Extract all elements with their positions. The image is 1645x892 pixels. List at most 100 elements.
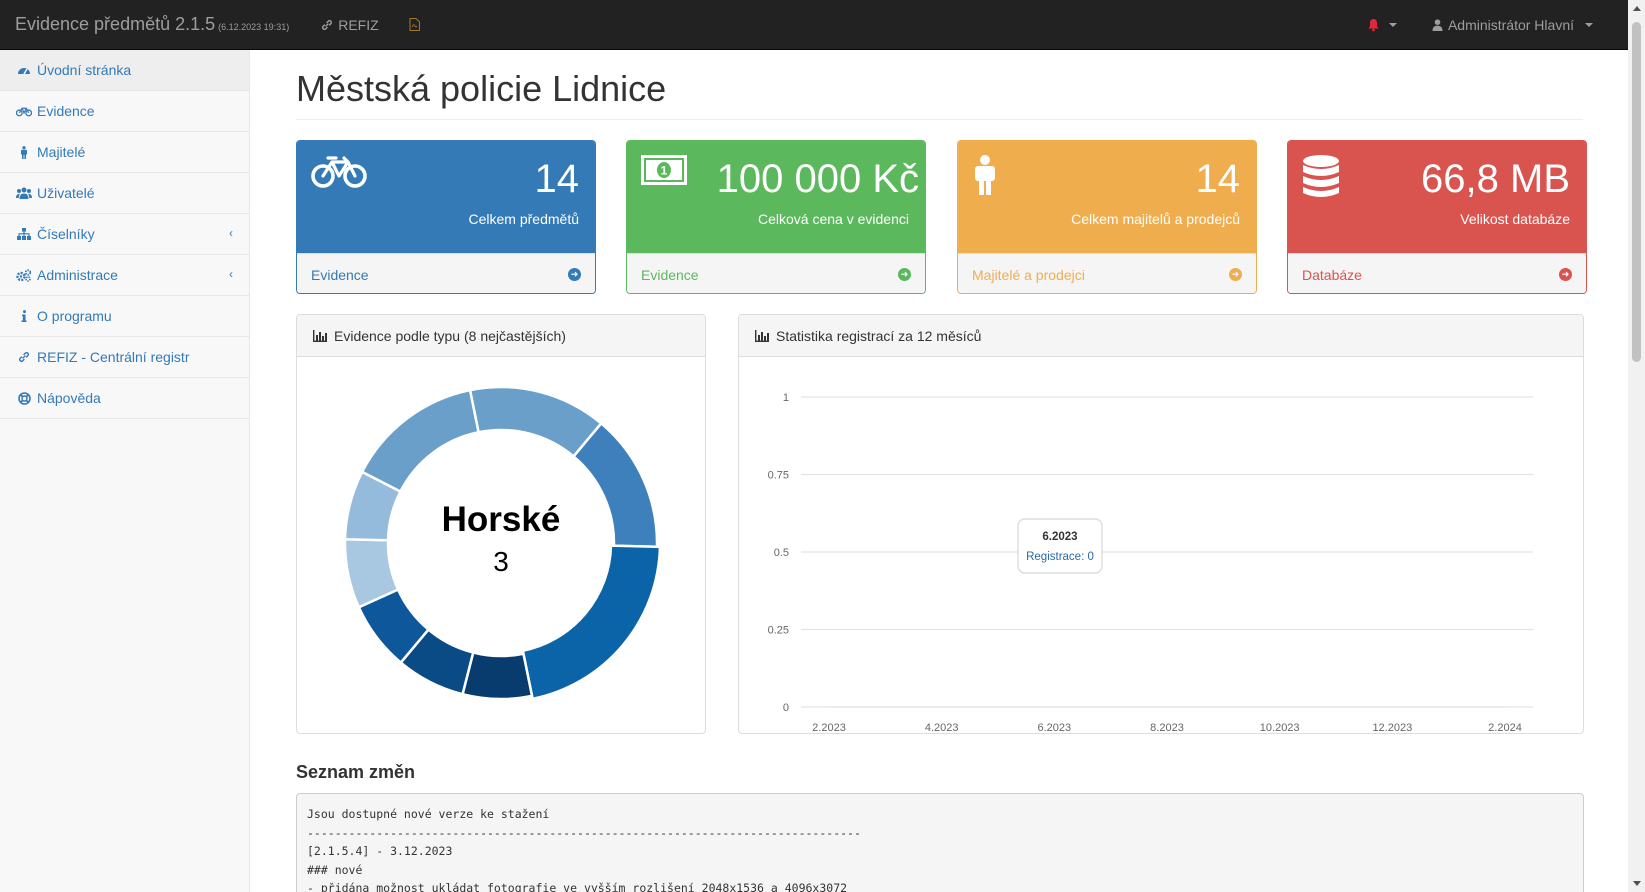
card-link-label: Evidence	[641, 266, 699, 283]
sidebar-item-label: REFIZ - Centrální registr	[37, 349, 190, 365]
page-scrollbar[interactable]	[1628, 0, 1645, 892]
users-icon	[16, 187, 32, 199]
stat-card-value: 1 100 000 Kč Celková cena v evidenci Evi…	[626, 140, 926, 294]
total-owners-label: Celkem majitelů a prodejců	[1071, 211, 1240, 227]
sidebar-item-label: Evidence	[37, 103, 95, 119]
x-tick-label: 4.2023	[925, 722, 959, 734]
x-tick-label: 10.2023	[1260, 722, 1300, 734]
chart-tooltip: 6.2023 Registrace: 0	[1017, 518, 1103, 574]
database-size-value: 66,8 MB	[1421, 157, 1570, 201]
sidebar-item-label: Administrace	[37, 267, 118, 283]
changelog-line: Jsou dostupné nové verze ke stažení	[307, 807, 550, 821]
card-link-label: Databáze	[1302, 266, 1362, 283]
card-link-label: Majitelé a prodejci	[972, 266, 1085, 283]
user-name: Administrátor Hlavní	[1447, 16, 1574, 33]
sidebar-item-about[interactable]: O programu	[0, 296, 249, 337]
changelog-text[interactable]: Jsou dostupné nové verze ke stažení -----…	[296, 793, 1584, 892]
sidebar-item-codelists[interactable]: Číselníky ‹	[0, 214, 249, 255]
link-icon	[322, 19, 333, 30]
sidebar-item-users[interactable]: Uživatelé	[0, 173, 249, 214]
pdf-link[interactable]	[409, 18, 420, 31]
svg-text:1: 1	[661, 164, 668, 178]
cogs-icon	[16, 268, 32, 282]
scroll-down-icon	[1633, 881, 1641, 886]
evidence-by-type-panel: Evidence podle typu (8 nejčastějších) Ho…	[296, 314, 706, 734]
y-tick-label: 0.75	[768, 470, 789, 482]
changelog-line: ### nové	[307, 862, 363, 877]
sidebar-item-help[interactable]: Nápověda	[0, 378, 249, 419]
chevron-left-icon: ‹	[229, 226, 233, 240]
info-icon	[16, 310, 32, 322]
page-title: Městská policie Lidnice	[296, 68, 667, 109]
total-items-label: Celkem předmětů	[468, 211, 580, 227]
total-owners-value: 14	[1195, 157, 1241, 201]
file-pdf-icon	[409, 18, 420, 31]
bar-chart-icon	[313, 329, 327, 342]
owners-card-link[interactable]: Majitelé a prodejci ➜	[958, 253, 1256, 293]
evidence-value-card-link[interactable]: Evidence ➜	[627, 253, 925, 293]
arrow-circle-right-icon: ➜	[1229, 268, 1242, 281]
bicycle-icon	[311, 155, 367, 192]
donut-slice[interactable]	[571, 421, 659, 549]
changelog-line: ----------------------------------------…	[307, 825, 861, 840]
y-tick-label: 1	[783, 392, 789, 404]
y-tick-label: 0	[783, 702, 789, 714]
sitemap-icon	[16, 228, 32, 240]
bicycle-icon	[16, 106, 32, 117]
x-tick-label: 2.2024	[1488, 722, 1522, 734]
donut-slice[interactable]	[521, 544, 662, 701]
x-tick-label: 8.2023	[1150, 722, 1184, 734]
sidebar-item-administration[interactable]: Administrace ‹	[0, 255, 249, 296]
x-tick-label: 6.2023	[1038, 722, 1072, 734]
donut-center-value: 3	[493, 546, 509, 577]
title-divider	[296, 119, 1583, 120]
user-menu-dropdown[interactable]: Administrátor Hlavní	[1432, 17, 1593, 33]
y-tick-label: 0.25	[768, 625, 789, 637]
database-size-label: Velikost databáze	[1460, 211, 1570, 227]
registration-stats-panel: Statistika registrací za 12 měsíců 0 0.25…	[738, 314, 1584, 734]
donut-slice[interactable]	[461, 651, 534, 701]
sidebar-item-home[interactable]: Úvodní stránka	[0, 50, 249, 91]
panel-heading: Evidence podle typu (8 nejčastějších)	[297, 315, 705, 357]
sidebar-item-evidence[interactable]: Evidence	[0, 91, 249, 132]
refiz-link-label: REFIZ	[338, 16, 379, 33]
sidebar-item-refiz-registry[interactable]: REFIZ - Centrální registr	[0, 337, 249, 378]
scroll-thumb[interactable]	[1632, 22, 1641, 362]
sidebar: Úvodní stránka Evidence Majitelé Uživate…	[0, 50, 250, 892]
tooltip-title: 6.2023	[1042, 531, 1077, 543]
link-icon	[16, 351, 32, 363]
database-icon	[1302, 155, 1340, 202]
y-tick-label: 0.5	[774, 547, 789, 559]
card-link-label: Evidence	[311, 266, 369, 283]
evidence-card-link[interactable]: Evidence ➜	[297, 253, 595, 293]
refiz-link[interactable]: REFIZ	[321, 16, 379, 33]
dashboard-icon	[16, 64, 32, 76]
bar-chart-icon	[755, 329, 769, 342]
sidebar-item-label: Číselníky	[37, 226, 95, 242]
scroll-up-icon	[1633, 6, 1641, 11]
sidebar-item-label: Uživatelé	[37, 185, 95, 201]
x-tick-label: 2.2023	[812, 722, 846, 734]
stat-card-owners: 14 Celkem majitelů a prodejců Majitelé a…	[957, 140, 1257, 294]
x-tick-label: 12.2023	[1372, 722, 1412, 734]
database-card-link[interactable]: Databáze ➜	[1288, 253, 1586, 293]
changelog-title: Seznam změn	[296, 762, 416, 782]
chevron-left-icon: ‹	[229, 267, 233, 281]
panel-title: Statistika registrací za 12 měsíců	[776, 327, 982, 344]
panel-title: Evidence podle typu (8 nejčastějších)	[334, 327, 566, 344]
total-value-label: Celková cena v evidenci	[758, 211, 909, 227]
brand[interactable]: Evidence předmětů 2.1.5 (6.12.2023 19:31)	[0, 14, 289, 35]
line-chart: 00.250.50.7512.2023 4.2023 6.2023 8.2023 10.…	[768, 392, 1533, 734]
male-icon	[972, 155, 998, 198]
total-items-value: 14	[534, 157, 580, 201]
arrow-circle-right-icon: ➜	[1559, 268, 1572, 281]
sidebar-item-owners[interactable]: Majitelé	[0, 132, 249, 173]
changelog-line: - přidána možnost ukládat fotografie ve …	[307, 881, 848, 892]
donut-slice[interactable]	[360, 388, 481, 494]
lifebuoy-icon	[16, 391, 32, 405]
arrow-circle-right-icon: ➜	[568, 268, 581, 281]
notifications-dropdown[interactable]	[1367, 18, 1397, 32]
chevron-down-icon	[1585, 22, 1593, 27]
donut-center-label: Horské	[442, 500, 561, 539]
donut-chart: Horské 3	[343, 385, 662, 701]
